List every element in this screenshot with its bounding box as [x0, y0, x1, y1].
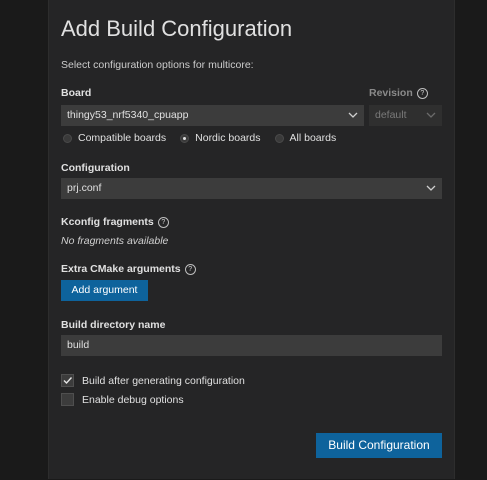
board-select[interactable]: thingy53_nrf5340_cpuapp [61, 105, 364, 126]
kconfig-label-text: Kconfig fragments [61, 216, 154, 228]
kconfig-empty-text: No fragments available [61, 235, 169, 247]
kconfig-label: Kconfig fragments? [61, 216, 169, 228]
build-after-option[interactable]: Build after generating configuration [61, 374, 245, 387]
radio-compatible-boards-label: Compatible boards [78, 132, 167, 144]
build-directory-input[interactable]: build [61, 335, 442, 356]
radio-all-boards[interactable]: All boards [274, 132, 337, 144]
radio-all-boards-label: All boards [289, 132, 337, 144]
cmake-label-text: Extra CMake arguments [61, 263, 181, 275]
configuration-select-value: prj.conf [67, 182, 102, 194]
chevron-down-icon [348, 112, 358, 118]
revision-info-icon[interactable]: ? [416, 87, 428, 99]
dialog-subtitle: Select configuration options for multico… [61, 59, 254, 71]
radio-compatible-boards[interactable]: Compatible boards [63, 132, 166, 144]
chevron-down-icon [426, 112, 436, 118]
chevron-down-icon [426, 185, 436, 191]
build-after-label: Build after generating configuration [82, 374, 245, 387]
radio-nordic-boards-label: Nordic boards [195, 132, 261, 144]
dialog-title: Add Build Configuration [61, 16, 293, 41]
board-label: Board [61, 87, 92, 99]
debug-checkbox[interactable] [61, 393, 74, 406]
revision-select-value: default [375, 109, 407, 121]
radio-nordic-boards[interactable]: Nordic boards [180, 132, 261, 144]
radio-all-boards-control[interactable] [274, 133, 284, 143]
add-build-configuration-dialog: Add Build Configuration Select configura… [48, 0, 455, 479]
cmake-label: Extra CMake arguments? [61, 263, 196, 275]
revision-select[interactable]: default [369, 105, 442, 126]
checkmark-icon [63, 377, 73, 385]
kconfig-info-icon[interactable]: ? [157, 216, 169, 228]
revision-label: Revision? [369, 87, 428, 99]
configuration-label: Configuration [61, 162, 130, 174]
radio-compatible-boards-control[interactable] [63, 133, 72, 143]
configuration-select[interactable]: prj.conf [61, 178, 442, 199]
cmake-info-icon[interactable]: ? [184, 263, 196, 275]
build-configuration-button[interactable]: Build Configuration [316, 433, 442, 458]
revision-label-text: Revision [369, 87, 413, 99]
build-after-checkbox[interactable] [61, 374, 74, 387]
board-select-value: thingy53_nrf5340_cpuapp [67, 109, 189, 121]
debug-option[interactable]: Enable debug options [61, 393, 184, 406]
debug-label: Enable debug options [82, 393, 184, 406]
radio-nordic-boards-control[interactable] [180, 133, 190, 143]
board-filter-radios: Compatible boards Nordic boards All boar… [63, 132, 336, 144]
build-directory-label: Build directory name [61, 319, 166, 331]
add-argument-button[interactable]: Add argument [61, 280, 148, 301]
